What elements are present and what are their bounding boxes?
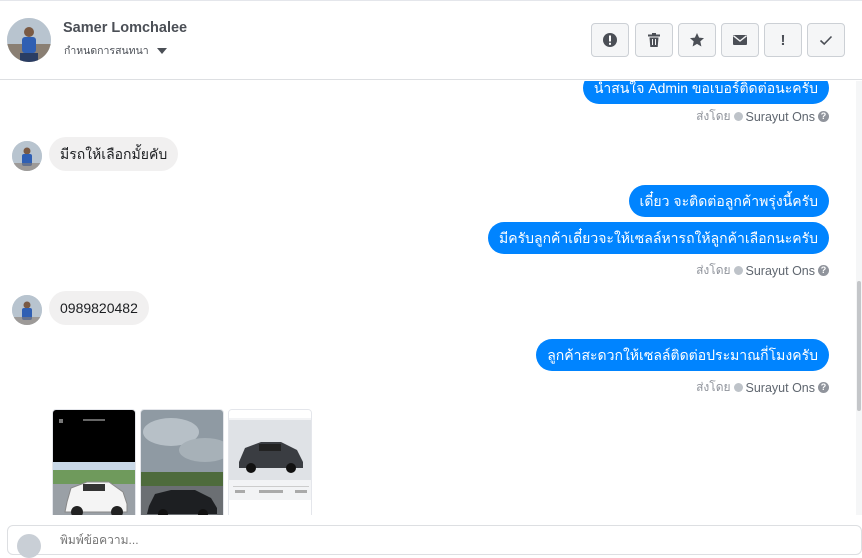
envelope-icon [733, 35, 747, 45]
photo-attachment[interactable] [52, 409, 136, 515]
conversation-label: กำหนดการสนทนา [64, 45, 149, 57]
help-icon[interactable]: ? [818, 265, 829, 276]
sender-name[interactable]: Surayut Ons [746, 110, 815, 124]
outgoing-message[interactable]: มีครับลูกค้าเดี๋ยวจะให้เซลล์หารถให้ลูกค้… [488, 222, 829, 254]
page-icon [733, 266, 743, 275]
mark-spam-button[interactable] [591, 23, 629, 57]
contact-avatar-small [12, 295, 42, 325]
star-button[interactable] [678, 23, 716, 57]
sent-by-prefix: ส่งโดย [696, 263, 731, 277]
sent-by-line: ส่งโดย Surayut Ons ? [696, 378, 829, 397]
message-thread[interactable]: นำสนใจ Admin ขอเบอร์ติดต่อนะครับ ส่งโดย … [0, 81, 856, 515]
sender-name[interactable]: Surayut Ons [746, 381, 815, 395]
contact-name[interactable]: Samer Lomchalee [63, 20, 187, 36]
scrollbar-thumb[interactable] [857, 281, 861, 411]
outgoing-message[interactable]: นำสนใจ Admin ขอเบอร์ติดต่อนะครับ [582, 81, 829, 104]
follow-up-button[interactable]: ! [764, 23, 802, 57]
conversation-label-dropdown[interactable]: กำหนดการสนทนา [64, 42, 167, 59]
contact-avatar-small [12, 141, 42, 171]
sent-by-prefix: ส่งโดย [696, 109, 731, 123]
outgoing-message[interactable]: เดี๋ยว จะติดต่อลูกค้าพรุ่งนี้ครับ [628, 185, 829, 217]
mark-unread-button[interactable] [721, 23, 759, 57]
trash-icon [648, 33, 660, 47]
star-icon [690, 33, 704, 47]
checkmark-icon [819, 35, 833, 46]
contact-avatar[interactable] [7, 18, 51, 62]
exclamation-icon: ! [780, 31, 786, 49]
sender-name[interactable]: Surayut Ons [746, 264, 815, 278]
thread-scrollbar[interactable] [856, 81, 862, 515]
incoming-message[interactable]: 0989820482 [49, 291, 149, 325]
incoming-message[interactable]: มีรถให้เลือกมั้ยคับ [49, 137, 179, 171]
page-avatar [17, 534, 41, 558]
photo-attachment[interactable] [140, 409, 224, 515]
page-icon [733, 383, 743, 392]
conversation-header: Samer Lomchalee กำหนดการสนทนา ! [0, 0, 862, 80]
page-icon [733, 112, 743, 121]
message-input[interactable] [58, 532, 762, 548]
photo-attachment[interactable] [228, 409, 312, 515]
help-icon[interactable]: ? [818, 382, 829, 393]
caret-down-icon [156, 48, 167, 54]
sent-by-line: ส่งโดย Surayut Ons ? [696, 261, 829, 280]
alert-circle-icon [603, 33, 617, 47]
delete-button[interactable] [635, 23, 673, 57]
message-composer[interactable] [7, 525, 862, 558]
mark-done-button[interactable] [807, 23, 845, 57]
sent-by-line: ส่งโดย Surayut Ons ? [696, 107, 829, 126]
help-icon[interactable]: ? [818, 111, 829, 122]
sent-by-prefix: ส่งโดย [696, 380, 731, 394]
outgoing-message[interactable]: ลูกค้าสะดวกให้เซลล์ติดต่อประมาณกี่โมงครั… [536, 339, 829, 371]
